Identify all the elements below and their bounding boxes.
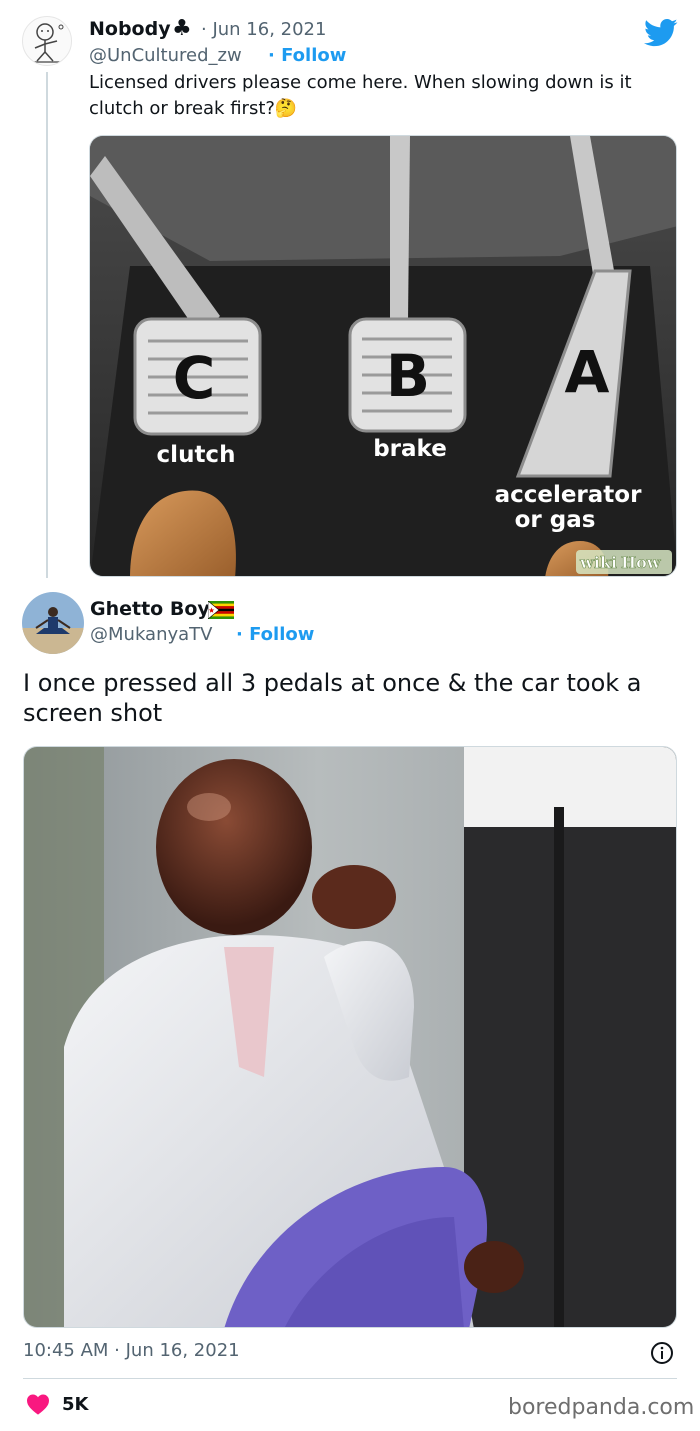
tweet-date[interactable]: · Jun 16, 2021 <box>201 19 326 40</box>
pedal-label-gas: or gas <box>515 507 596 533</box>
tweet-image-pedals[interactable]: C clutch B brake A accelerator or gas wi… <box>89 135 677 577</box>
author-handle[interactable]: @UnCultured_zw <box>89 45 242 66</box>
follow-label: Follow <box>281 45 347 66</box>
info-icon[interactable] <box>650 1341 674 1365</box>
pedal-letter-a: A <box>565 338 610 406</box>
tweet-text: Licensed drivers please come here. When … <box>89 72 632 119</box>
pedals-illustration: C clutch B brake A accelerator or gas wi… <box>90 136 676 576</box>
follow-button[interactable]: · Follow <box>268 45 346 66</box>
reply-photo[interactable] <box>23 746 677 1328</box>
man-in-white-suit-photo <box>24 747 676 1327</box>
twitter-logo-icon[interactable] <box>644 18 678 48</box>
zimbabwe-flag-icon <box>208 601 234 619</box>
heart-icon[interactable] <box>26 1393 50 1415</box>
like-count[interactable]: 5K <box>62 1394 88 1415</box>
svg-text:How: How <box>621 553 662 572</box>
reply-author-name[interactable]: Ghetto Boy <box>90 598 210 620</box>
tweet-divider <box>23 1378 677 1379</box>
pedal-letter-c: C <box>173 344 216 412</box>
meditation-photo-avatar <box>22 592 84 654</box>
thread-connector-line <box>46 72 48 578</box>
svg-text:wiki: wiki <box>579 553 617 572</box>
reply-tweet-text: I once pressed all 3 pedals at once & th… <box>23 669 642 727</box>
reply-follow-button[interactable]: · Follow <box>236 624 314 645</box>
author-name[interactable]: Nobody <box>89 18 171 40</box>
pedal-label-accelerator: accelerator <box>495 482 643 508</box>
club-suit-emoji: ♣ <box>172 16 192 41</box>
author-avatar[interactable] <box>22 16 72 66</box>
reply-author-avatar[interactable] <box>22 592 84 654</box>
stick-figure-avatar <box>29 23 67 63</box>
reply-author-handle[interactable]: @MukanyaTV <box>90 624 212 645</box>
wikihow-watermark: wiki How <box>576 550 672 574</box>
pedal-letter-b: B <box>386 342 430 410</box>
pedal-label-clutch: clutch <box>157 442 236 468</box>
source-watermark: boredpanda.com <box>508 1395 695 1420</box>
pedal-label-brake: brake <box>373 436 447 462</box>
tweet-timestamp[interactable]: 10:45 AM · Jun 16, 2021 <box>23 1340 240 1361</box>
reply-follow-label: Follow <box>249 624 315 645</box>
